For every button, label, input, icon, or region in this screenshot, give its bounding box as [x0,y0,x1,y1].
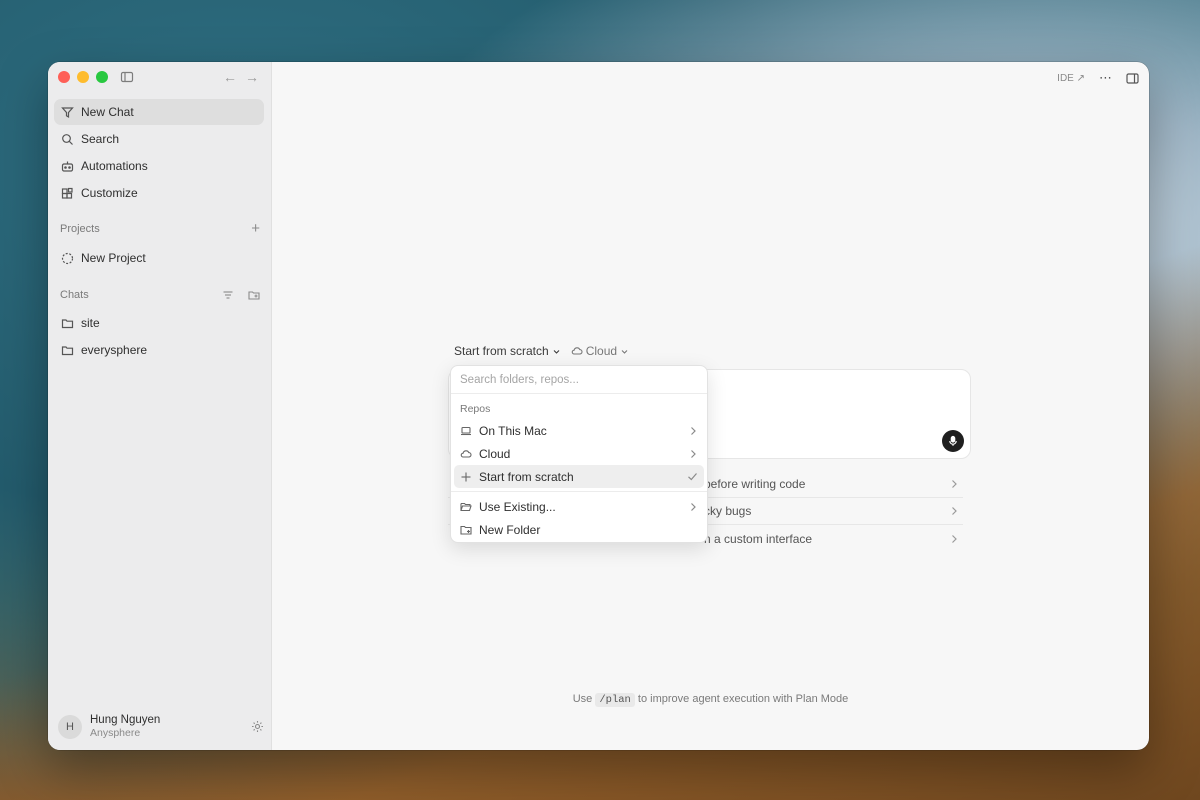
dropdown-item-on-this-mac[interactable]: On This Mac [454,419,704,442]
checkmark-icon [687,471,698,482]
new-folder-icon[interactable] [248,289,260,301]
minimize-window-button[interactable] [77,71,89,83]
chat-label: site [81,316,100,330]
projects-header: Projects + [60,221,260,236]
projects-label: Projects [60,223,100,235]
chat-item-everysphere[interactable]: everysphere [54,337,264,363]
dropdown-item-cloud[interactable]: Cloud [454,442,704,465]
chat-item-site[interactable]: site [54,310,264,336]
more-options-icon[interactable]: ⋯ [1099,70,1112,86]
folder-search-input[interactable] [460,373,698,386]
app-window: ← → New Chat Search Automations Customiz… [48,62,1149,750]
chats-label: Chats [60,289,89,301]
dropdown-search [451,366,707,394]
nav-search[interactable]: Search [54,126,264,152]
nav-label: New Chat [81,105,134,119]
nav-automations[interactable]: Automations [54,153,264,179]
tip-suffix: to improve agent execution with Plan Mod… [637,693,849,705]
avatar: H [58,714,82,739]
open-ide-button[interactable]: IDE ↗ [1057,73,1085,84]
dashed-circle-icon [61,252,74,265]
suggestion-text: before writing code [704,477,806,491]
gear-icon[interactable] [251,720,264,733]
cloud-icon [571,345,583,357]
composer-selectors: Start from scratch Cloud [454,344,629,358]
environment-selector[interactable]: Cloud [571,344,629,358]
suggestion-text: cky bugs [704,504,752,518]
forward-arrow-icon[interactable]: → [245,69,259,85]
dropdown-item-label: On This Mac [479,423,547,438]
dropdown-item-new-folder[interactable]: New Folder [454,518,704,541]
dropdown-divider [451,491,707,492]
folder-icon [61,344,74,357]
project-list: New Project [54,245,264,272]
cloud-icon [460,448,472,460]
folder-icon [61,317,74,330]
nav-label: Customize [81,186,138,200]
main-area: IDE ↗ ⋯ Start from scratch Cloud before … [272,62,1149,750]
chevron-down-icon [552,347,561,356]
new-chat-icon [61,106,74,119]
primary-nav: New Chat Search Automations Customize [54,99,264,207]
history-navigation: ← → [223,69,259,85]
dropdown-item-label: Use Existing... [479,499,556,514]
project-label: New Project [81,251,146,265]
chevron-right-icon [949,534,959,544]
nav-label: Automations [81,159,148,173]
zoom-window-button[interactable] [96,71,108,83]
microphone-icon [947,435,959,447]
dropdown-item-label: New Folder [479,522,541,537]
folder-open-icon [460,501,472,513]
workspace-selector[interactable]: Start from scratch [454,344,561,358]
chevron-right-icon [688,502,698,512]
chat-list: site everysphere [54,310,264,364]
folder-plus-icon [460,524,472,536]
nav-customize[interactable]: Customize [54,180,264,206]
plan-command: /plan [595,693,635,707]
user-profile[interactable]: H Hung Nguyen Anysphere [58,713,264,740]
sidebar: ← → New Chat Search Automations Customiz… [48,62,272,750]
top-toolbar: IDE ↗ ⋯ [1057,70,1139,86]
chevron-down-icon [620,347,629,356]
chevron-right-icon [949,506,959,516]
environment-selector-label: Cloud [585,344,618,358]
robot-icon [61,160,74,173]
window-controls [58,71,108,83]
nav-new-chat[interactable]: New Chat [54,99,264,125]
chevron-right-icon [688,426,698,436]
back-arrow-icon[interactable]: ← [223,69,237,85]
filter-icon[interactable] [222,289,234,301]
nav-label: Search [81,132,120,146]
workspace-dropdown: Repos On This Mac Cloud [450,365,708,543]
project-item-new-project[interactable]: New Project [54,245,264,271]
suggestion-text: n a custom interface [704,531,813,546]
search-icon [61,133,74,146]
dropdown-item-label: Start from scratch [479,469,574,484]
panel-toggle-icon[interactable] [1126,72,1139,85]
close-window-button[interactable] [58,71,70,83]
microphone-button[interactable] [942,430,964,452]
user-name: Hung Nguyen [90,714,161,726]
dropdown-item-use-existing[interactable]: Use Existing... [454,495,704,518]
plan-mode-tip: Use /plan to improve agent execution wit… [272,693,1149,707]
sidebar-toggle-icon[interactable] [120,70,134,84]
repos-section-label: Repos [460,403,491,415]
plus-icon [460,471,472,483]
user-org: Anysphere [90,727,141,739]
workspace-selector-label: Start from scratch [454,344,549,358]
chats-header: Chats [60,289,260,301]
add-project-icon[interactable]: + [251,221,260,236]
chat-label: everysphere [81,343,148,357]
blocks-icon [61,187,74,200]
dropdown-item-start-from-scratch[interactable]: Start from scratch [454,465,704,488]
dropdown-item-label: Cloud [479,446,511,461]
tip-prefix: Use [572,693,593,705]
laptop-icon [460,425,472,437]
chevron-right-icon [688,449,698,459]
chevron-right-icon [949,479,959,489]
